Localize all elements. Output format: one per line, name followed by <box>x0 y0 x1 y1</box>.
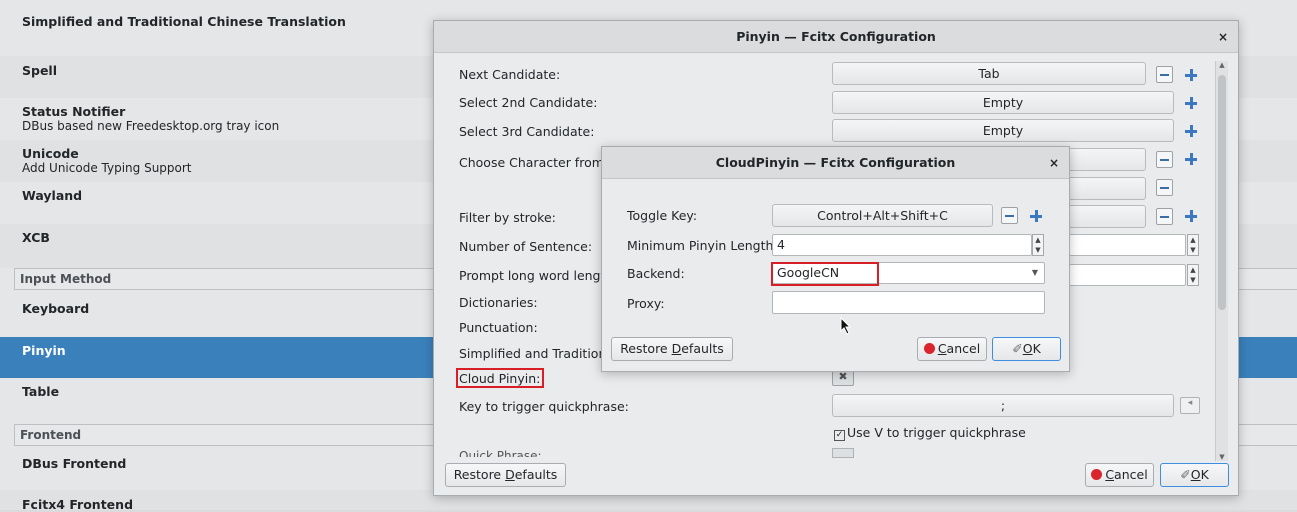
label-punctuation: Punctuation: <box>459 320 538 335</box>
toggle-key-button[interactable]: Control+Alt+Shift+C <box>772 204 993 227</box>
label-number-of-sentence: Number of Sentence: <box>459 239 593 254</box>
label-toggle-key: Toggle Key: <box>627 208 698 223</box>
scroll-down-icon[interactable]: ▼ <box>1216 453 1228 461</box>
highlight-box <box>771 262 879 286</box>
window-title: Pinyin — Fcitx Configuration <box>736 29 936 44</box>
select-2nd-key-button[interactable]: Empty <box>832 91 1174 114</box>
scroll-up-icon[interactable]: ▲ <box>1216 61 1228 69</box>
use-v-label: Use V to trigger quickphrase <box>847 425 1026 440</box>
cloudpinyin-config-dialog: CloudPinyin — Fcitx Configuration × Togg… <box>601 146 1070 372</box>
remove-icon[interactable] <box>1001 207 1018 224</box>
quickphrase-key-button[interactable]: ; <box>832 394 1174 417</box>
label-backend: Backend: <box>627 266 685 281</box>
quick-phrase-button[interactable] <box>832 448 854 458</box>
next-candidate-key-button[interactable]: Tab <box>832 62 1146 85</box>
add-icon[interactable] <box>1185 69 1197 81</box>
label-prompt-long-word: Prompt long word length <box>459 268 614 283</box>
label-next-candidate: Next Candidate: <box>459 67 561 82</box>
mouse-cursor-icon <box>840 317 852 335</box>
dialog-title: CloudPinyin — Fcitx Configuration <box>715 155 956 170</box>
ok-button[interactable]: ✐OK <box>1160 463 1229 487</box>
add-icon[interactable] <box>1185 125 1197 137</box>
checkbox-checked-icon[interactable]: ✓ <box>834 430 845 441</box>
remove-icon[interactable] <box>1156 208 1173 225</box>
restore-defaults-button[interactable]: Restore Defaults <box>611 337 733 361</box>
remove-icon[interactable] <box>1156 179 1173 196</box>
ok-button[interactable]: ✐OK <box>992 337 1061 361</box>
dropdown-arrow-icon: ▼ <box>1031 268 1038 277</box>
highlight-box <box>456 368 544 388</box>
cancel-button[interactable]: Cancel <box>1085 463 1154 487</box>
min-length-spinbox[interactable]: 4 <box>772 234 1032 256</box>
label-dictionaries: Dictionaries: <box>459 295 538 310</box>
clear-icon[interactable]: ◂ <box>1180 397 1200 414</box>
label-choose-character: Choose Character from P <box>459 155 616 170</box>
add-icon[interactable] <box>1185 153 1197 165</box>
label-quick-phrase: Quick Phrase: <box>459 449 542 457</box>
cancel-icon <box>923 343 935 354</box>
cancel-button[interactable]: Cancel <box>917 337 987 361</box>
scroll-thumb[interactable] <box>1218 75 1226 310</box>
use-v-checkbox-row[interactable]: ✓ Use V to trigger quickphrase <box>834 425 1026 441</box>
proxy-input[interactable] <box>772 291 1045 314</box>
add-icon[interactable] <box>1030 210 1042 222</box>
label-select-3rd: Select 3rd Candidate: <box>459 124 595 139</box>
remove-icon[interactable] <box>1156 151 1173 168</box>
add-icon[interactable] <box>1185 210 1197 222</box>
label-filter-by-stroke: Filter by stroke: <box>459 210 556 225</box>
label-select-2nd: Select 2nd Candidate: <box>459 95 598 110</box>
label-simplified-traditional: Simplified and Traditiona <box>459 346 615 361</box>
scrollbar[interactable]: ▲ ▼ <box>1215 61 1228 461</box>
label-key-to-trigger-quickphrase: Key to trigger quickphrase: <box>459 399 629 414</box>
cancel-icon <box>1091 469 1103 480</box>
close-icon[interactable]: × <box>1218 21 1228 53</box>
ok-icon: ✐ <box>1180 467 1191 482</box>
cloudpinyin-titlebar: CloudPinyin — Fcitx Configuration × <box>602 147 1069 179</box>
spin-arrows-icon[interactable]: ▲ ▼ <box>1187 264 1199 286</box>
spin-arrows-icon[interactable]: ▲ ▼ <box>1032 234 1044 256</box>
spin-arrows-icon[interactable]: ▲ ▼ <box>1187 234 1199 256</box>
restore-defaults-button[interactable]: Restore Defaults <box>445 463 566 487</box>
remove-icon[interactable] <box>1156 66 1173 83</box>
ok-icon: ✐ <box>1012 341 1023 356</box>
label-proxy: Proxy: <box>627 296 665 311</box>
close-icon[interactable]: × <box>1049 147 1059 179</box>
label-minimum-pinyin-length: Minimum Pinyin Length: <box>627 238 778 253</box>
add-icon[interactable] <box>1185 97 1197 109</box>
select-3rd-key-button[interactable]: Empty <box>832 119 1174 142</box>
pinyin-window-titlebar: Pinyin — Fcitx Configuration × <box>434 21 1238 53</box>
